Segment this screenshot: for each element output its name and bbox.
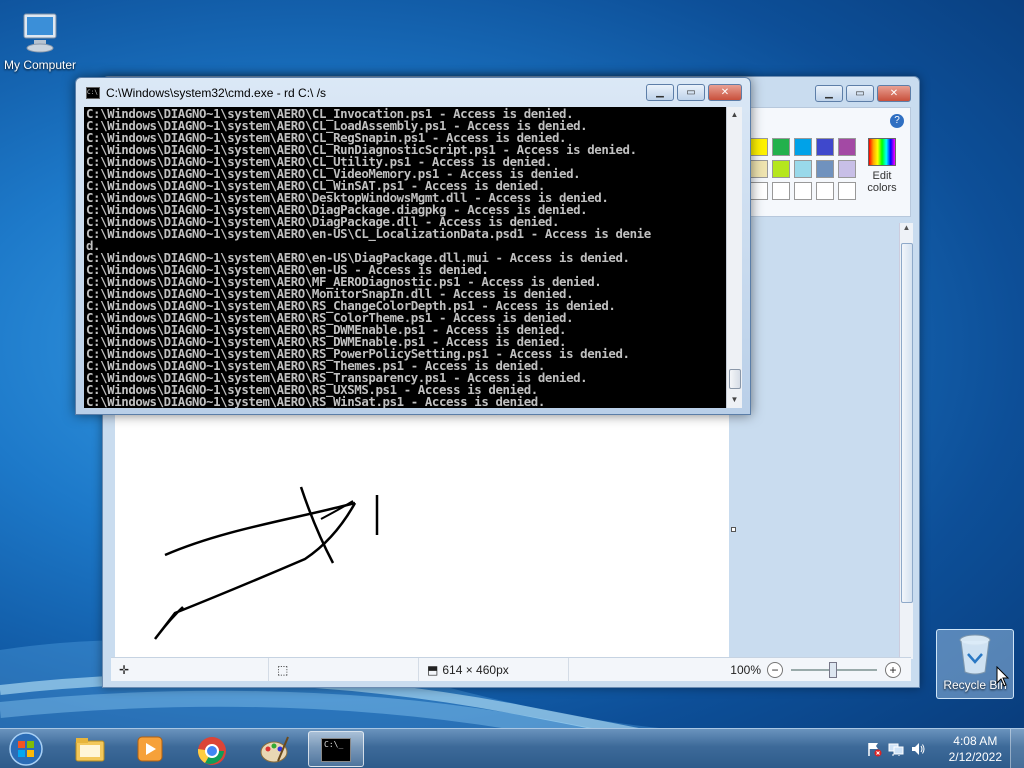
console-line: C:\Windows\DIAGNO~1\system\AERO\en-US\CL…: [86, 226, 651, 241]
color-swatch[interactable]: [794, 138, 812, 156]
taskbar-media-player[interactable]: [122, 731, 178, 767]
network-icon[interactable]: [888, 741, 904, 757]
color-swatch[interactable]: [794, 182, 812, 200]
zoom-out-button[interactable]: −: [767, 661, 783, 678]
paint-icon: [260, 736, 289, 763]
close-icon: ✕: [889, 88, 899, 99]
media-player-icon: [137, 736, 163, 762]
command-prompt-icon: C:\: [86, 86, 100, 99]
edit-colors-icon: [868, 138, 896, 166]
color-swatch[interactable]: [838, 138, 856, 156]
color-swatch[interactable]: [838, 182, 856, 200]
color-swatch[interactable]: [816, 138, 834, 156]
color-swatch[interactable]: [794, 160, 812, 178]
scroll-down-icon[interactable]: ▼: [727, 392, 742, 408]
minimize-button[interactable]: ▁: [815, 85, 843, 102]
cmd-titlebar[interactable]: C:\ C:\Windows\system32\cmd.exe - rd C:\…: [76, 78, 750, 107]
recycle-bin-icon: [955, 632, 995, 676]
move-cursor-icon: ✛: [119, 662, 130, 677]
desktop-icon-label: My Computer: [3, 58, 77, 72]
taskbar-paint[interactable]: [246, 731, 302, 767]
zoom-in-icon: +: [889, 662, 897, 677]
color-palette: [750, 138, 856, 200]
clock[interactable]: 4:08 AM 2/12/2022: [949, 733, 1002, 765]
close-button[interactable]: ✕: [877, 85, 911, 102]
cmd-window[interactable]: C:\ C:\Windows\system32\cmd.exe - rd C:\…: [75, 77, 751, 415]
color-swatch[interactable]: [816, 182, 834, 200]
paint-statusbar: ✛ ⬚ ⬒ 614 × 460px 100% − +: [111, 657, 911, 681]
maximize-icon: ▭: [855, 88, 865, 99]
scroll-thumb[interactable]: [729, 369, 741, 389]
canvas-size: ⬒ 614 × 460px: [419, 658, 569, 681]
maximize-button[interactable]: ▭: [677, 84, 705, 101]
canvas-resize-handle[interactable]: [731, 527, 736, 532]
close-button[interactable]: ✕: [708, 84, 742, 101]
console-line: C:\Windows\DIAGNO~1\system\AERO\RS_WinSa…: [86, 394, 545, 408]
edit-colors-label: Edit colors: [867, 170, 897, 194]
taskbar-file-explorer[interactable]: [62, 731, 118, 767]
selection-size: ⬚: [269, 658, 419, 681]
start-orb-icon: [9, 732, 43, 766]
zoom-level: 100%: [730, 662, 761, 677]
minimize-icon: ▁: [825, 88, 833, 99]
zoom-in-button[interactable]: +: [885, 661, 901, 678]
zoom-out-icon: −: [771, 662, 779, 677]
help-icon[interactable]: ?: [890, 114, 904, 128]
show-desktop-button[interactable]: [1010, 729, 1024, 768]
canvas-size-icon: ⬒: [427, 662, 439, 677]
system-tray: 4:08 AM 2/12/2022: [844, 729, 1024, 768]
taskbar: C:\_ 4:08 AM 2/12/2022: [0, 728, 1024, 768]
edit-colors-button[interactable]: Edit colors: [862, 138, 902, 194]
cmd-icon-text: C:\_: [324, 740, 344, 749]
chrome-icon: [198, 737, 226, 765]
scroll-up-icon[interactable]: ▲: [900, 223, 913, 237]
desktop-icon-my-computer[interactable]: My Computer: [0, 8, 80, 72]
minimize-icon: ▁: [656, 87, 664, 98]
clock-date: 2/12/2022: [948, 750, 1002, 764]
cursor-position: ✛: [111, 658, 269, 681]
selection-icon: ⬚: [277, 662, 289, 677]
color-swatch[interactable]: [816, 160, 834, 178]
paint-vertical-scrollbar[interactable]: ▲: [899, 223, 913, 659]
scroll-thumb[interactable]: [901, 243, 913, 603]
mouse-cursor-icon: [996, 666, 1010, 687]
computer-icon: [16, 8, 64, 56]
scroll-up-icon[interactable]: ▲: [727, 107, 742, 123]
command-prompt-icon: C:\_: [321, 738, 351, 762]
color-swatch[interactable]: [772, 138, 790, 156]
zoom-slider-knob[interactable]: [829, 661, 837, 678]
zoom-slider[interactable]: [791, 661, 877, 678]
maximize-icon: ▭: [686, 87, 696, 98]
maximize-button[interactable]: ▭: [846, 85, 874, 102]
taskbar-chrome[interactable]: [184, 731, 240, 767]
cmd-window-title: C:\Windows\system32\cmd.exe - rd C:\ /s: [106, 85, 327, 100]
color-swatch[interactable]: [750, 182, 768, 200]
desktop-icon-recycle-bin[interactable]: Recycle Bin: [936, 629, 1014, 699]
color-swatch[interactable]: [750, 138, 768, 156]
close-icon: ✕: [720, 87, 730, 98]
color-swatch[interactable]: [838, 160, 856, 178]
paint-ribbon: ? Edit colors: [743, 107, 911, 217]
taskbar-command-prompt[interactable]: C:\_: [308, 731, 364, 767]
console-output[interactable]: C:\Windows\DIAGNO~1\system\AERO\CL_Invoc…: [84, 107, 727, 408]
start-button[interactable]: [4, 730, 48, 768]
minimize-button[interactable]: ▁: [646, 84, 674, 101]
file-explorer-icon: [75, 738, 105, 762]
action-center-flag-icon[interactable]: [866, 741, 882, 757]
color-swatch[interactable]: [772, 182, 790, 200]
color-swatch[interactable]: [772, 160, 790, 178]
canvas-size-text: 614 × 460px: [442, 662, 509, 677]
cmd-vertical-scrollbar[interactable]: ▲ ▼: [726, 107, 742, 408]
volume-icon[interactable]: [910, 741, 926, 757]
clock-time: 4:08 AM: [953, 734, 998, 748]
color-swatch[interactable]: [750, 160, 768, 178]
